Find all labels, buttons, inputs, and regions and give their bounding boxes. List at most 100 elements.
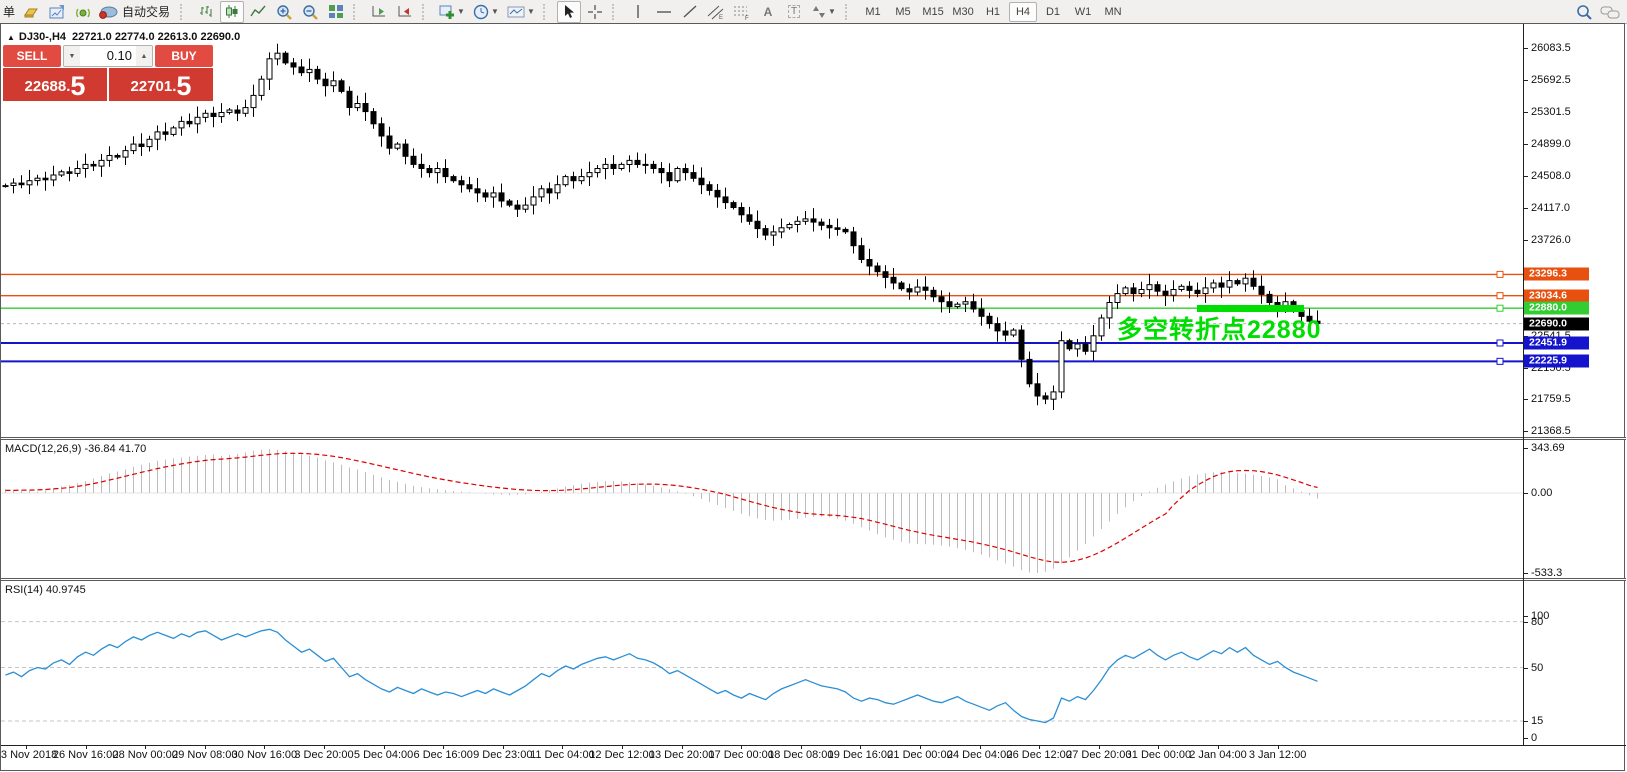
candlestick-chart[interactable] xyxy=(1,24,1523,437)
line-chart-icon[interactable] xyxy=(246,1,270,23)
time-tick-label: 3 Jan 12:00 xyxy=(1249,749,1307,761)
text-label-icon[interactable]: T xyxy=(782,1,806,23)
new-order-button[interactable]: 单 xyxy=(1,1,17,23)
fibonacci-icon[interactable]: F xyxy=(730,1,754,23)
zoom-out-icon[interactable] xyxy=(298,1,322,23)
auto-trading-icon xyxy=(98,4,118,19)
bar-chart-icon[interactable] xyxy=(194,1,218,23)
text-icon[interactable]: A xyxy=(756,1,780,23)
price-tick-label: 24508.0 xyxy=(1531,170,1571,182)
collapse-triangle-icon[interactable]: ▲ xyxy=(7,33,15,42)
macd-tick-label: 343.69 xyxy=(1531,442,1565,454)
time-tick-label: 19 Dec 16:00 xyxy=(828,749,893,761)
funds-icon[interactable] xyxy=(19,1,43,23)
time-tick-label: 26 Dec 12:00 xyxy=(1006,749,1071,761)
time-axis[interactable]: 23 Nov 201826 Nov 16:0028 Nov 00:0029 No… xyxy=(1,745,1626,772)
templates-button[interactable]: ▼ xyxy=(504,1,538,23)
cursor-icon[interactable] xyxy=(557,1,581,23)
time-tick-label: 11 Dec 04:00 xyxy=(530,749,595,761)
price-line-label: 23034.6 xyxy=(1524,289,1589,302)
rsi-tick xyxy=(1524,738,1528,739)
price-tick xyxy=(1524,399,1528,400)
zoom-in-icon[interactable] xyxy=(272,1,296,23)
search-icon[interactable] xyxy=(1572,1,1596,23)
rsi-tick xyxy=(1524,668,1528,669)
buy-button[interactable]: BUY xyxy=(155,45,213,67)
chart-shift-icon[interactable] xyxy=(393,1,417,23)
time-tick-label: 21 Dec 00:00 xyxy=(887,749,952,761)
toolbar-grip xyxy=(353,4,362,20)
time-tick-label: 31 Dec 00:00 xyxy=(1126,749,1191,761)
arrows-icon[interactable]: ▼ xyxy=(808,1,840,23)
macd-tick-label: 0.00 xyxy=(1531,487,1552,499)
signals-icon[interactable] xyxy=(71,1,95,23)
time-tick-label: 27 Dec 20:00 xyxy=(1066,749,1131,761)
equidistant-channel-icon[interactable]: E xyxy=(704,1,728,23)
candlestick-icon[interactable] xyxy=(220,1,244,23)
time-tick-label: 6 Dec 16:00 xyxy=(414,749,473,761)
svg-text:F: F xyxy=(745,16,749,20)
vertical-line-icon[interactable] xyxy=(626,1,650,23)
price-line-label: 22225.9 xyxy=(1524,355,1589,368)
price-tick-label: 21759.5 xyxy=(1531,393,1571,405)
price-tick-label: 23726.0 xyxy=(1531,234,1571,246)
clock-icon xyxy=(473,4,489,20)
rsi-tick xyxy=(1524,721,1528,722)
timeframe-M15[interactable]: M15 xyxy=(919,2,947,22)
macd-tick xyxy=(1524,573,1528,574)
time-tick-label: 29 Nov 08:00 xyxy=(172,749,237,761)
ask-price[interactable]: 22701.5 xyxy=(109,68,213,101)
annotation-highlight-bar[interactable] xyxy=(1197,305,1304,312)
publish-chart-icon[interactable] xyxy=(45,1,69,23)
auto-scroll-icon[interactable] xyxy=(367,1,391,23)
volume-increase-button[interactable]: ▲ xyxy=(136,46,152,66)
time-tick-label: 17 Dec 00:00 xyxy=(708,749,773,761)
timeframe-W1[interactable]: W1 xyxy=(1069,2,1097,22)
macd-tick xyxy=(1524,448,1528,449)
time-tick-label: 30 Nov 16:00 xyxy=(232,749,297,761)
tile-windows-icon[interactable] xyxy=(324,1,348,23)
volume-decrease-button[interactable]: ▼ xyxy=(64,46,80,66)
chat-icon[interactable] xyxy=(1598,1,1622,23)
timeframe-group: M1M5M15M30H1H4D1W1MN xyxy=(858,2,1128,22)
volume-input[interactable]: 0.10 xyxy=(80,46,136,66)
timeframe-M1[interactable]: M1 xyxy=(859,2,887,22)
auto-trading-button[interactable]: 自动交易 xyxy=(97,1,175,23)
macd-label: MACD(12,26,9) -36.84 41.70 xyxy=(5,443,146,455)
chevron-down-icon: ▼ xyxy=(457,7,465,16)
bid-price[interactable]: 22688.5 xyxy=(3,68,107,101)
chevron-down-icon: ▼ xyxy=(527,7,535,16)
price-tick xyxy=(1524,240,1528,241)
macd-indicator-pane[interactable] xyxy=(1,440,1523,578)
price-tick xyxy=(1524,48,1528,49)
chevron-down-icon: ▼ xyxy=(828,7,836,16)
chart-window[interactable]: ▲DJ30-,H422721.0 22774.0 22613.0 22690.0… xyxy=(0,23,1625,771)
timeframe-M30[interactable]: M30 xyxy=(949,2,977,22)
timeframe-M5[interactable]: M5 xyxy=(889,2,917,22)
timeframe-H4[interactable]: H4 xyxy=(1009,2,1037,22)
ohlc-values: 22721.0 22774.0 22613.0 22690.0 xyxy=(72,31,240,43)
periods-button[interactable]: ▼ xyxy=(470,1,502,23)
time-tick-label: 28 Nov 00:00 xyxy=(112,749,177,761)
price-tick-label: 25301.5 xyxy=(1531,106,1571,118)
timeframe-MN[interactable]: MN xyxy=(1099,2,1127,22)
rsi-indicator-pane[interactable] xyxy=(1,581,1523,745)
price-tick xyxy=(1524,431,1528,432)
timeframe-D1[interactable]: D1 xyxy=(1039,2,1067,22)
rsi-tick xyxy=(1524,622,1528,623)
price-axis[interactable]: 26083.525692.525301.524899.024508.024117… xyxy=(1524,24,1625,745)
horizontal-line-icon[interactable] xyxy=(652,1,676,23)
crosshair-icon[interactable] xyxy=(583,1,607,23)
price-tick xyxy=(1524,208,1528,209)
chart-title: ▲DJ30-,H422721.0 22774.0 22613.0 22690.0 xyxy=(7,31,240,43)
time-tick-label: 23 Nov 2018 xyxy=(0,749,57,761)
new-chart-button[interactable]: ▼ xyxy=(436,1,468,23)
timeframe-H1[interactable]: H1 xyxy=(979,2,1007,22)
macd-tick xyxy=(1524,493,1528,494)
one-click-trading-panel: SELL ▼ 0.10 ▲ BUY 22688.5 22701.5 xyxy=(3,45,213,101)
price-tick-label: 26083.5 xyxy=(1531,42,1571,54)
trendline-icon[interactable] xyxy=(678,1,702,23)
chart-annotation[interactable]: 多空转折点22880 xyxy=(1117,310,1322,346)
time-tick-label: 2 Jan 04:00 xyxy=(1189,749,1247,761)
sell-button[interactable]: SELL xyxy=(3,45,61,67)
